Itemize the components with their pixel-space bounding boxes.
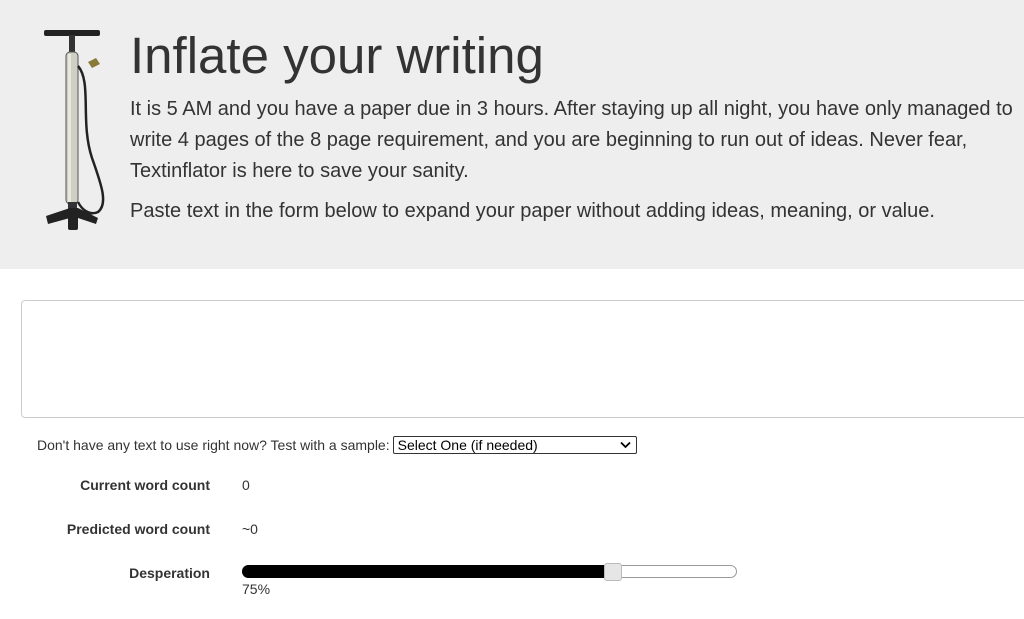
- sample-prompt: Don't have any text to use right now? Te…: [37, 437, 390, 453]
- desperation-label: Desperation: [129, 565, 210, 581]
- page-title: Inflate your writing: [130, 27, 544, 84]
- desperation-slider[interactable]: [242, 563, 737, 581]
- desperation-value: 75%: [242, 581, 271, 597]
- desperation-slider-thumb[interactable]: [604, 563, 622, 581]
- chevron-down-icon: [619, 441, 631, 449]
- input-textarea[interactable]: [21, 300, 1024, 418]
- intro-paragraph: It is 5 AM and you have a paper due in 3…: [130, 98, 1013, 182]
- predicted-word-count-label: Predicted word count: [66, 521, 210, 537]
- sample-select-value: Select One (if needed): [397, 437, 538, 453]
- current-word-count-value: 0: [242, 477, 250, 493]
- predicted-word-count-value: ~0: [242, 521, 258, 537]
- tire-pump-icon: [44, 30, 105, 230]
- sample-select[interactable]: Select One (if needed): [392, 436, 637, 454]
- hero-banner: Inflate your writing It is 5 AM and you …: [0, 0, 1024, 269]
- sample-row: Don't have any text to use right now? Te…: [37, 436, 637, 454]
- instructions-paragraph: Paste text in the form below to expand y…: [130, 200, 935, 222]
- desperation-slider-fill: [242, 565, 612, 578]
- current-word-count-label: Current word count: [80, 477, 210, 493]
